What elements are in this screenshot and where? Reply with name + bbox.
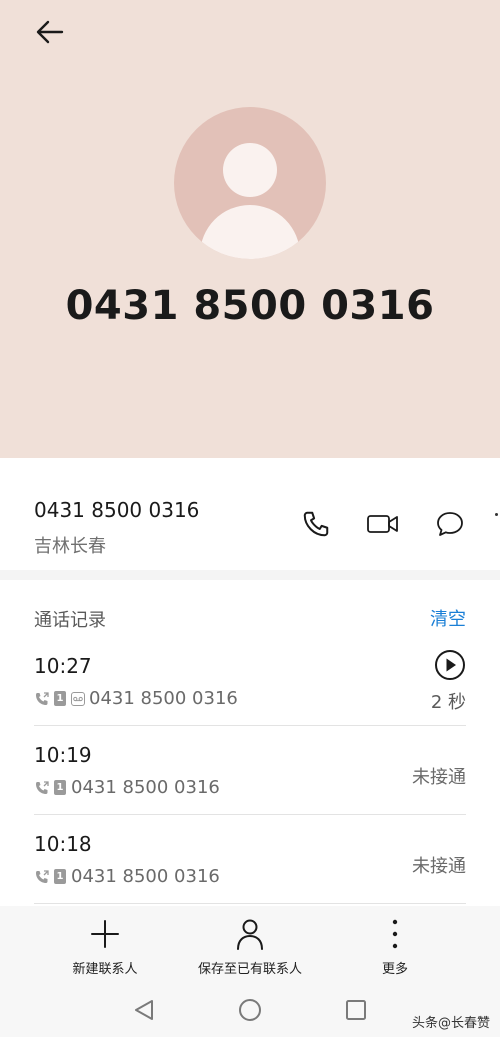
- video-call-button[interactable]: [365, 506, 401, 542]
- back-button[interactable]: [28, 12, 72, 52]
- play-recording-button[interactable]: [433, 648, 467, 682]
- overflow-indicator-icon: [495, 513, 498, 516]
- phone-icon: [303, 511, 329, 537]
- sim-1-icon: 1: [54, 780, 66, 795]
- call-number: 0431 8500 0316: [71, 866, 220, 887]
- sim-1-icon: 1: [54, 691, 66, 706]
- call-time: 10:27: [34, 654, 92, 678]
- system-navigation-bar: 头条@长春赞: [0, 982, 500, 1037]
- call-log-title: 通话记录: [34, 610, 106, 631]
- play-icon: [435, 650, 465, 680]
- call-status: 未接通: [412, 767, 466, 788]
- call-outgoing-icon: [34, 691, 50, 707]
- call-time: 10:18: [34, 832, 92, 856]
- call-log-section: 通话记录 清空 10:27 1 0431 8500 0316 2 秒 10:19…: [0, 580, 500, 906]
- call-record-1[interactable]: 10:27 1 0431 8500 0316 2 秒: [0, 650, 500, 743]
- more-button[interactable]: 更多: [325, 916, 465, 977]
- avatar-body-shape: [200, 205, 300, 259]
- more-vertical-icon: [392, 919, 398, 949]
- call-duration: 2 秒: [430, 692, 466, 713]
- arrow-left-icon: [36, 20, 64, 44]
- save-to-existing-contact-button[interactable]: 保存至已有联系人: [180, 916, 320, 977]
- message-icon: [437, 512, 463, 536]
- call-time: 10:19: [34, 743, 92, 767]
- circle-home-icon: [239, 999, 261, 1021]
- call-status: 未接通: [412, 856, 466, 877]
- nav-recents-button[interactable]: [342, 996, 370, 1024]
- voicemail-icon: [71, 691, 85, 706]
- avatar-head-shape: [223, 143, 277, 197]
- nav-back-button[interactable]: [130, 996, 158, 1024]
- contact-location: 吉林长春: [34, 536, 106, 557]
- divider: [34, 725, 466, 726]
- call-number: 0431 8500 0316: [89, 688, 238, 709]
- call-record-2[interactable]: 10:19 1 0431 8500 0316 未接通: [0, 743, 500, 832]
- contact-detail-screen: 0431 8500 0316 0431 8500 0316 吉林长春 通话记录 …: [0, 0, 500, 1037]
- call-record-subline: 1 0431 8500 0316: [34, 777, 220, 798]
- person-icon: [237, 919, 263, 950]
- header: 0431 8500 0316: [0, 0, 500, 458]
- bottom-toolbar: 新建联系人 保存至已有联系人 更多: [0, 906, 500, 982]
- sim-1-icon: 1: [54, 869, 66, 884]
- call-outgoing-icon: [34, 780, 50, 796]
- more-label: 更多: [381, 962, 408, 977]
- divider: [34, 814, 466, 815]
- new-contact-button[interactable]: 新建联系人: [35, 916, 175, 977]
- contact-number: 0431 8500 0316: [34, 498, 200, 522]
- video-call-icon: [367, 515, 398, 533]
- page-title-phone-number: 0431 8500 0316: [65, 283, 435, 329]
- call-outgoing-icon: [34, 869, 50, 885]
- new-contact-label: 新建联系人: [72, 962, 138, 977]
- divider: [34, 903, 466, 904]
- call-number: 0431 8500 0316: [71, 777, 220, 798]
- triangle-back-icon: [135, 1000, 153, 1020]
- save-to-existing-contact-label: 保存至已有联系人: [197, 962, 302, 977]
- watermark-text: 头条@长春赞: [411, 1016, 490, 1031]
- message-button[interactable]: [432, 506, 468, 542]
- nav-home-button[interactable]: [236, 996, 264, 1024]
- avatar: [174, 107, 326, 259]
- square-recents-icon: [346, 1000, 366, 1020]
- call-record-subline: 1 0431 8500 0316: [34, 688, 238, 709]
- call-button[interactable]: [298, 506, 334, 542]
- call-record-subline: 1 0431 8500 0316: [34, 866, 220, 887]
- plus-icon: [91, 920, 119, 948]
- contact-card: 0431 8500 0316 吉林长春: [0, 458, 500, 570]
- clear-button[interactable]: 清空: [430, 605, 466, 631]
